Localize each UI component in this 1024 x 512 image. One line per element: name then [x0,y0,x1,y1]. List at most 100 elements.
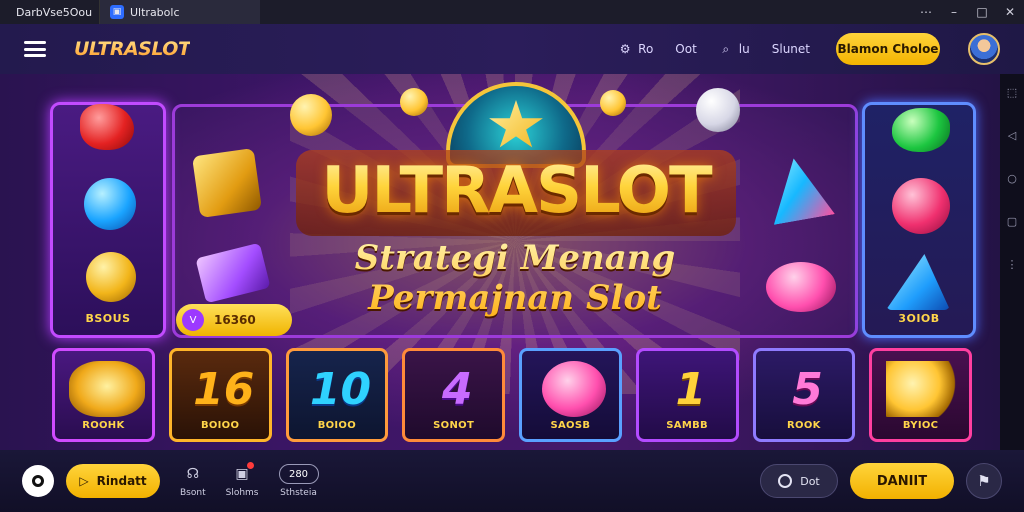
headset-icon: ☊ [186,466,200,482]
gold-pot-icon [69,361,145,417]
tab-label: DarbVse5Oou [16,5,93,19]
gold-cube-icon [191,147,263,219]
red-gem-icon [80,104,134,150]
game-tile[interactable]: 4 SONOT [402,348,505,442]
tile-caption: SAOSB [550,420,591,431]
game-tile[interactable]: SAOSB [519,348,622,442]
balance-value: 16360 [214,313,256,327]
recent-icon[interactable]: ▢ [1007,215,1017,228]
pink-disc-icon [542,361,606,417]
nav-link-label: Ro [638,42,654,56]
stats-pill: 280 [278,464,319,484]
browser-tab-1[interactable]: DarbVse5Oou [0,0,100,24]
minimize-icon[interactable]: – [940,0,968,24]
bottom-item-label: Sthsteia [280,488,317,498]
main-action-button[interactable]: DANIIT [850,463,954,499]
nav-link-label: lu [738,42,750,56]
brand-logo[interactable]: ULTRASLOT [74,38,191,60]
game-tile[interactable]: 10 BOIOO [285,348,389,442]
cast-icon[interactable]: ⬚ [1007,86,1017,99]
tile-art: 5 [792,363,823,415]
primary-action-label: Rindatt [96,474,147,488]
nav-links: ⚙ Ro Oot ⌕ lu Slunet [618,41,810,57]
nav-link-label: Slunet [771,42,810,56]
right-panel-label: 3OIOB [898,312,940,325]
nav-link-label: Oot [675,42,697,56]
bottom-item-support[interactable]: ☊ Bsont [180,464,206,498]
tile-caption: SONOT [433,420,475,431]
search-icon: ⌕ [722,41,730,56]
pink-disc-icon [766,262,836,312]
game-tile[interactable]: 16 BOIOO [168,348,272,442]
green-gem-icon [892,108,950,152]
more-icon[interactable]: ⋯ [912,0,940,24]
play-icon: ▷ [79,474,89,488]
nav-link-ro[interactable]: ⚙ Ro [618,42,654,56]
record-icon [32,475,44,487]
tile-caption: BOIOO [317,420,357,431]
tile-art: 1 [675,363,707,415]
avatar[interactable] [968,33,1000,65]
top-cta-button[interactable]: Blamon Choloe [836,33,940,65]
game-tile[interactable]: BYIOC [869,348,972,442]
browser-tabbar: DarbVse5Oou ▣ Ultrabolc ⋯ – □ ✕ [0,0,1024,24]
window-controls: ⋯ – □ ✕ [912,0,1024,24]
close-icon[interactable]: ✕ [996,0,1024,24]
tab-label: Ultrabolc [130,5,180,19]
bottom-bar: ▷ Rindatt ☊ Bsont ▣ Slohms 280 Sthsteia … [0,450,1024,512]
gift-icon: ▣ [232,462,255,484]
left-panel-label: BSOUS [85,312,131,325]
pink-gem-icon [892,178,950,234]
game-tile[interactable]: 5 ROOK [752,348,856,442]
side-control-strip: ⬚ ◁ ○ ▢ ⋮ [1000,74,1024,450]
notification-badge [247,462,255,469]
tile-caption: BOIOO [200,420,240,431]
nav-link-search[interactable]: ⌕ lu [719,41,750,57]
gear-icon: ⚙ [619,42,631,56]
coin-icon [290,94,332,136]
tile-caption: BYIOC [902,420,939,431]
game-tiles: ROOHK 16 BOIOO 10 BOIOO 4 SONOT SAOSB 1 … [52,348,972,444]
nav-link-oot[interactable]: Oot [675,42,697,56]
hero-subtitle-line1: Strategi Menang [354,238,676,278]
bottom-right-actions: Dot DANIIT ⚑ [760,463,1002,499]
blue-gem-icon [84,178,136,230]
bottom-item-stats[interactable]: 280 Sthsteia [278,464,319,498]
nav-link-slunet[interactable]: Slunet [772,42,810,56]
tile-caption: ROOK [787,420,821,431]
browser-tab-2[interactable]: ▣ Ultrabolc [100,0,260,24]
bottom-item-label: Slohms [225,488,259,498]
tile-caption: ROOHK [82,420,125,431]
home-icon[interactable]: ○ [1007,172,1017,185]
tile-art: 4 [441,363,473,415]
game-tile[interactable]: 1 SAMBB [635,348,739,442]
tile-caption: SAMBB [666,420,708,431]
back-icon[interactable]: ◁ [1008,129,1016,142]
secondary-button[interactable]: Dot [760,464,838,498]
app-root: DarbVse5Oou ▣ Ultrabolc ⋯ – □ ✕ ULTRASLO… [0,0,1024,512]
secondary-button-label: Dot [800,474,820,488]
hero-stage: ULTRASLOT Strategi Menang Permajnan Slot… [0,74,1000,450]
game-tile[interactable]: ROOHK [52,348,155,442]
flag-icon[interactable]: ⚑ [966,463,1002,499]
coins-icon [886,361,963,417]
tile-art: 10 [309,363,372,415]
top-nav: ULTRASLOT ⚙ Ro Oot ⌕ lu Slunet Blamon Ch… [0,24,1024,74]
menu-icon[interactable] [24,41,46,57]
clock-icon [778,474,793,488]
bottom-item-gifts[interactable]: ▣ Slohms [225,462,259,498]
hero-subtitle-line2: Permajnan Slot [368,278,662,318]
hero-title: ULTRASLOT [292,146,740,236]
balance-pill[interactable]: V 16360 [176,304,292,336]
bottom-item-label: Bsont [180,488,206,498]
record-button[interactable] [22,465,54,497]
gold-coin-icon [86,252,136,302]
more-icon[interactable]: ⋮ [1007,258,1018,271]
coin-icon [600,90,626,116]
primary-action-button[interactable]: ▷ Rindatt [66,464,160,498]
tile-art: 16 [193,363,255,415]
maximize-icon[interactable]: □ [968,0,996,24]
silver-coin-icon [696,88,740,132]
coin-icon [400,88,428,116]
hero-subtitle: Strategi Menang Permajnan Slot [320,238,710,318]
